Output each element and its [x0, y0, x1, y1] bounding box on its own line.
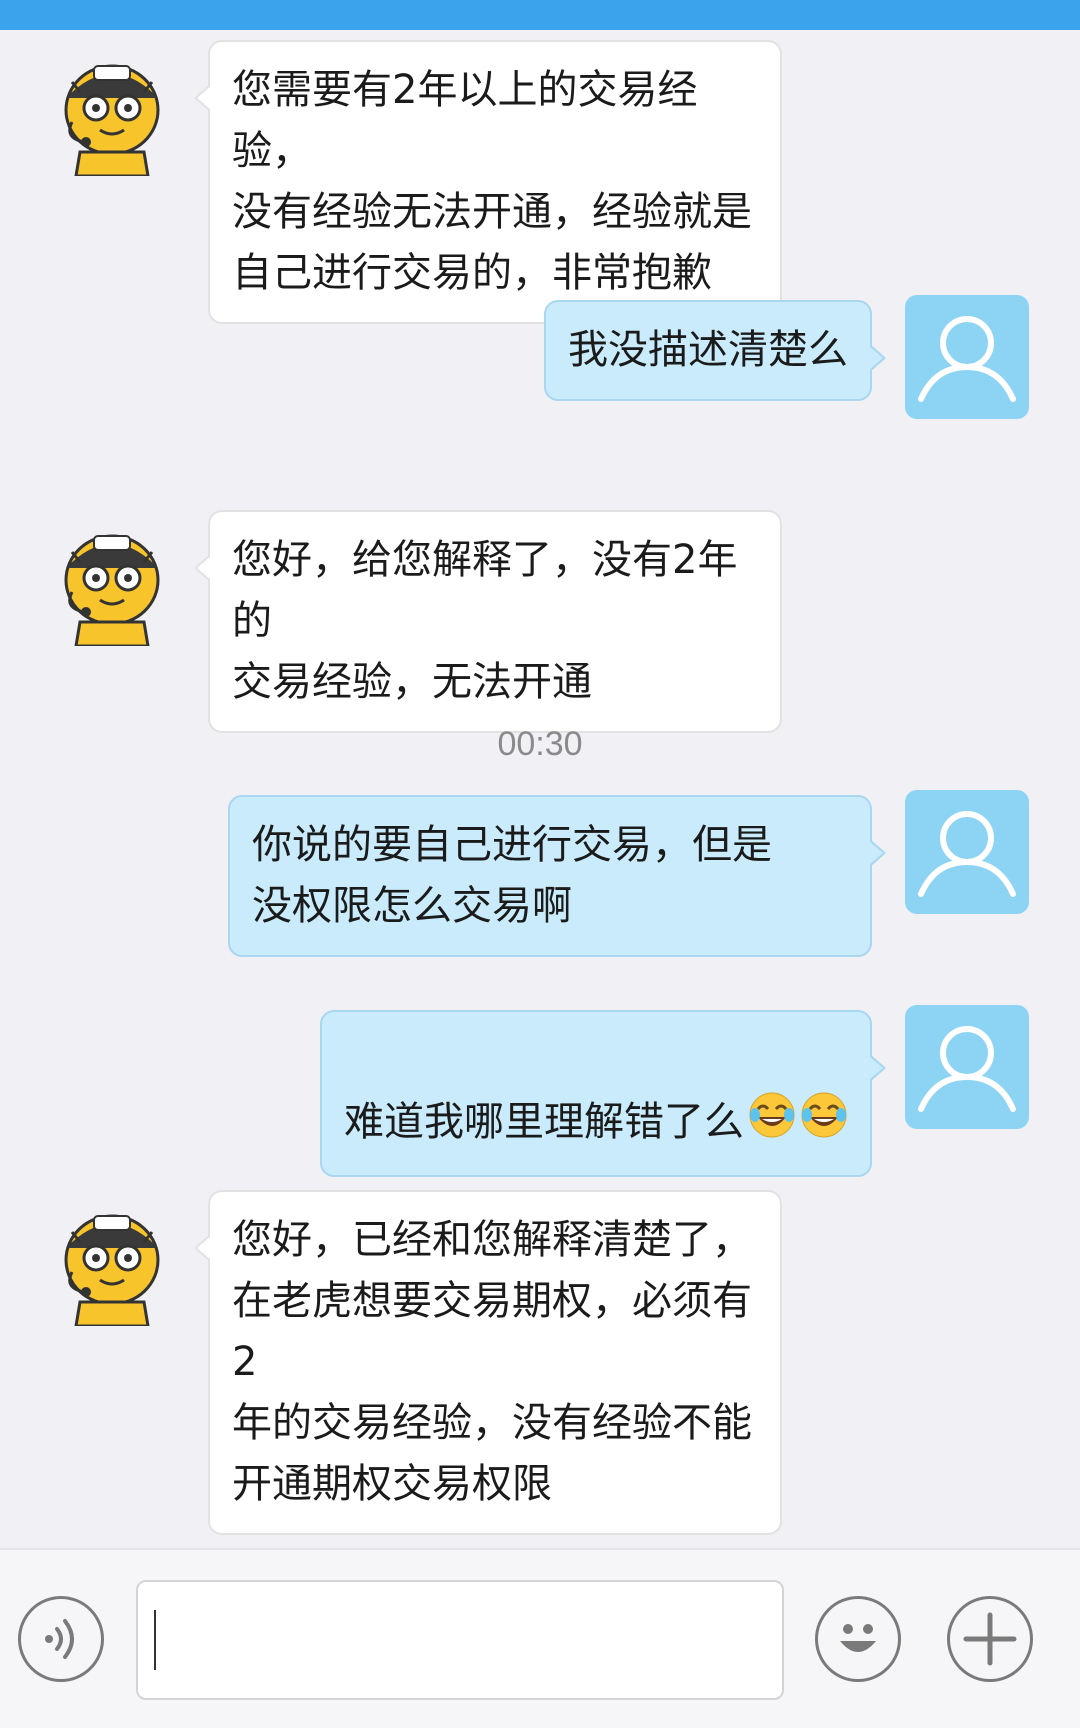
user-avatar[interactable] — [905, 295, 1029, 419]
message-bubble-outgoing[interactable]: 难道我哪里理解错了么 — [320, 1010, 886, 1177]
timestamp: 00:30 — [497, 725, 583, 763]
message-text: 难道我哪里理解错了么 — [344, 1099, 744, 1145]
message-bubble-incoming[interactable]: 您好，已经和您解释清楚了， 在老虎想要交易期权，必须有2 年的交易经验，没有经验… — [194, 1190, 782, 1535]
message-bubble-incoming[interactable]: 您好，给您解释了，没有2年的 交易经验，无法开通 — [194, 510, 782, 733]
user-avatar[interactable] — [905, 1005, 1029, 1129]
emoji-button[interactable] — [815, 1596, 901, 1682]
user-avatar[interactable] — [905, 790, 1029, 914]
input-bar — [0, 1548, 1080, 1728]
voice-button[interactable] — [18, 1596, 104, 1682]
message-bubble-outgoing[interactable]: 你说的要自己进行交易，但是 没权限怎么交易啊 — [228, 795, 886, 957]
status-bar — [0, 0, 1080, 30]
plus-icon — [963, 1612, 1017, 1666]
laugh-cry-emoji — [800, 1091, 848, 1157]
more-button[interactable] — [947, 1596, 1033, 1682]
chat-area[interactable]: 您需要有2年以上的交易经验， 没有经验无法开通，经验就是 自己进行交易的，非常抱… — [0, 30, 1080, 1548]
text-cursor — [154, 1610, 156, 1670]
voice-icon — [45, 1619, 74, 1659]
laugh-cry-emoji — [748, 1091, 796, 1157]
tiger-cs-avatar[interactable] — [50, 522, 174, 648]
message-input[interactable] — [136, 1580, 784, 1700]
smiley-icon — [840, 1624, 876, 1652]
tiger-cs-avatar[interactable] — [50, 1202, 174, 1328]
tiger-cs-avatar[interactable] — [50, 52, 174, 178]
message-bubble-outgoing[interactable]: 我没描述清楚么 — [544, 300, 886, 401]
message-bubble-incoming[interactable]: 您需要有2年以上的交易经验， 没有经验无法开通，经验就是 自己进行交易的，非常抱… — [194, 40, 782, 324]
